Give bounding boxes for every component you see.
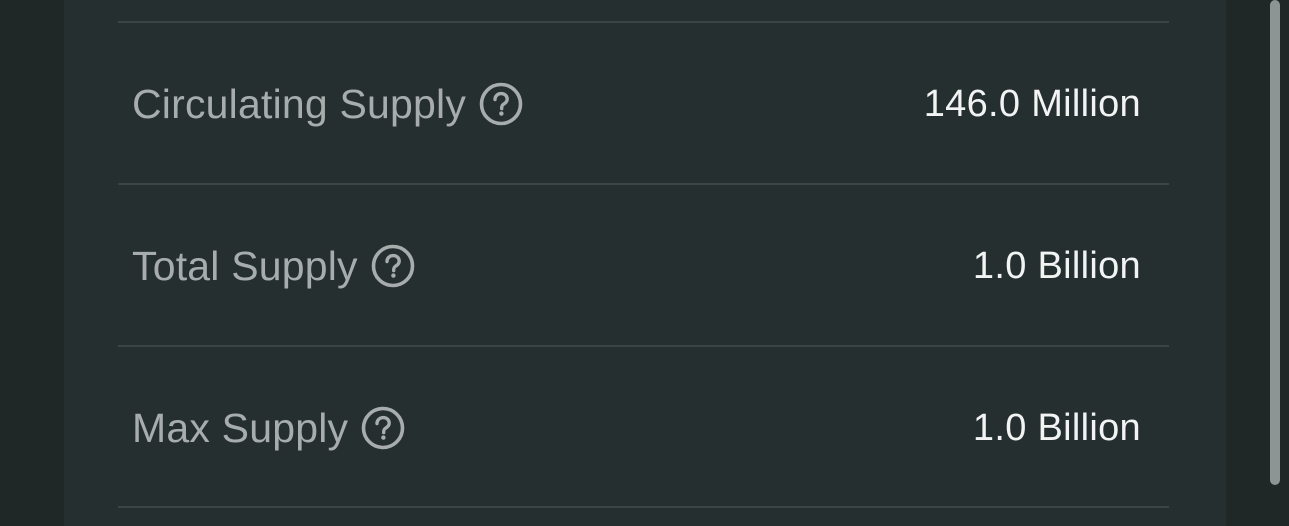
max-supply-label: Max Supply bbox=[132, 404, 349, 451]
row-max-supply: Max Supply 1.0 Billion bbox=[118, 348, 1169, 508]
row-total-supply: Total Supply 1.0 Billion bbox=[118, 186, 1169, 346]
divider bbox=[118, 183, 1169, 185]
divider-bottom bbox=[118, 506, 1169, 508]
help-circle-icon[interactable] bbox=[478, 81, 524, 127]
circulating-supply-value: 146.0 Million bbox=[923, 82, 1141, 125]
total-supply-value: 1.0 Billion bbox=[972, 244, 1141, 287]
label-group: Total Supply bbox=[118, 243, 416, 290]
help-circle-icon[interactable] bbox=[360, 405, 406, 451]
label-group: Circulating Supply bbox=[118, 81, 524, 128]
divider-top bbox=[118, 21, 1169, 23]
scrollbar-thumb[interactable] bbox=[1270, 0, 1280, 485]
help-circle-icon[interactable] bbox=[370, 243, 416, 289]
row-circulating-supply: Circulating Supply 146.0 Million bbox=[118, 24, 1169, 184]
circulating-supply-label: Circulating Supply bbox=[132, 80, 467, 127]
max-supply-value: 1.0 Billion bbox=[972, 406, 1141, 449]
app-screen: Circulating Supply 146.0 Million Total S… bbox=[0, 0, 1289, 526]
total-supply-label: Total Supply bbox=[132, 242, 358, 289]
divider bbox=[118, 345, 1169, 347]
label-group: Max Supply bbox=[118, 405, 406, 452]
